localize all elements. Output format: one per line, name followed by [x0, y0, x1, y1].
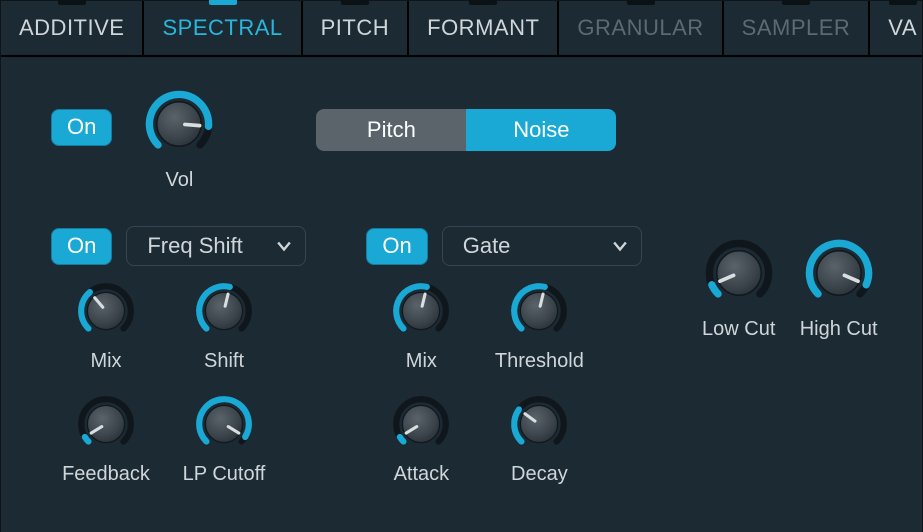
- highcut-knob[interactable]: [802, 236, 876, 310]
- fx1-type-label: Freq Shift: [147, 233, 242, 259]
- fx1-lpcutoff-label: LP Cutoff: [183, 463, 266, 486]
- vol-knob[interactable]: [142, 87, 216, 161]
- lowcut-knob[interactable]: [702, 236, 776, 310]
- vol-knob-group: Vol: [142, 87, 216, 192]
- fx1-feedback-knob[interactable]: [75, 393, 137, 455]
- tab-spectral[interactable]: SPECTRAL: [144, 1, 302, 55]
- fx1-type-dropdown[interactable]: Freq Shift: [126, 226, 306, 266]
- pitch-noise-segmented[interactable]: Pitch Noise: [316, 109, 616, 151]
- tab-additive[interactable]: ADDITIVE: [1, 1, 144, 55]
- fx2-mix-label: Mix: [406, 350, 437, 373]
- fx1-on-button[interactable]: On: [51, 228, 112, 265]
- tab-va[interactable]: VA: [870, 1, 923, 55]
- fx1-feedback-label: Feedback: [62, 463, 150, 486]
- content: On Vol Pitch Noise: [1, 57, 922, 486]
- filter-section: Low Cut High Cut: [702, 236, 878, 341]
- fx1-shift-knob[interactable]: [193, 280, 255, 342]
- tab-sampler[interactable]: SAMPLER: [724, 1, 871, 55]
- fx2-attack-label: Attack: [394, 463, 450, 486]
- engine-tabs: ADDITIVE SPECTRAL PITCH FORMANT GRANULAR…: [1, 1, 922, 57]
- fx2-type-label: Gate: [463, 233, 511, 259]
- tab-granular[interactable]: GRANULAR: [559, 1, 723, 55]
- spectral-on-button[interactable]: On: [51, 109, 112, 146]
- seg-pitch[interactable]: Pitch: [316, 109, 466, 151]
- fx2-type-dropdown[interactable]: Gate: [442, 226, 642, 266]
- highcut-label: High Cut: [800, 318, 878, 341]
- fx1-lpcutoff-knob[interactable]: [193, 393, 255, 455]
- lowcut-label: Low Cut: [702, 318, 775, 341]
- vol-label: Vol: [165, 169, 193, 192]
- fx2-attack-knob[interactable]: [390, 393, 452, 455]
- fx2-mix-knob[interactable]: [390, 280, 452, 342]
- fx2-decay-knob[interactable]: [508, 393, 570, 455]
- fx2-on-button[interactable]: On: [366, 228, 427, 265]
- fx2-section: On Gate Mix: [366, 226, 641, 486]
- tab-pitch[interactable]: PITCH: [303, 1, 410, 55]
- fx1-section: On Freq Shift Mix: [51, 226, 306, 486]
- fx2-threshold-label: Threshold: [495, 350, 584, 373]
- fx2-threshold-knob[interactable]: [508, 280, 570, 342]
- fx1-mix-knob[interactable]: [75, 280, 137, 342]
- chevron-down-icon: [277, 239, 291, 253]
- tab-formant[interactable]: FORMANT: [409, 1, 559, 55]
- fx1-shift-label: Shift: [204, 350, 244, 373]
- fx1-mix-label: Mix: [90, 350, 121, 373]
- seg-noise[interactable]: Noise: [466, 109, 616, 151]
- spectral-panel: ADDITIVE SPECTRAL PITCH FORMANT GRANULAR…: [0, 0, 923, 532]
- chevron-down-icon: [613, 239, 627, 253]
- fx2-decay-label: Decay: [511, 463, 568, 486]
